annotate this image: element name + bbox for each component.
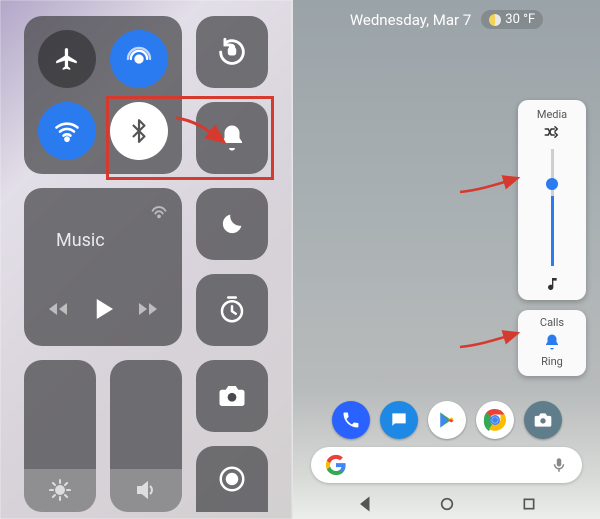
connectivity-tile[interactable]: [24, 16, 182, 174]
play-store-icon: [437, 410, 457, 430]
android-home-screenshot: Wednesday, Mar 7 30 °F Media Calls Ring: [292, 0, 600, 519]
music-label: Music: [56, 230, 170, 251]
camera-icon: [533, 410, 553, 430]
media-volume-slider[interactable]: [551, 149, 554, 266]
airplane-mode-toggle[interactable]: [38, 30, 96, 88]
airplane-icon: [54, 46, 80, 72]
timer-button[interactable]: [196, 274, 268, 346]
recents-button[interactable]: [521, 496, 537, 512]
partly-sunny-icon: [489, 14, 501, 26]
bluetooth-icon: [126, 118, 152, 144]
previous-track-button[interactable]: [46, 297, 70, 321]
shuffle-icon[interactable]: [543, 125, 561, 139]
do-not-disturb-toggle[interactable]: [196, 188, 268, 260]
camera-app[interactable]: [524, 401, 562, 439]
wifi-toggle[interactable]: [38, 102, 96, 160]
status-bar: Wednesday, Mar 7 30 °F: [293, 10, 600, 29]
media-panel-label: Media: [537, 108, 567, 121]
bell-icon[interactable]: [543, 333, 561, 351]
orientation-lock-toggle[interactable]: [196, 16, 268, 88]
media-volume-panel[interactable]: Media: [518, 100, 586, 300]
messages-app[interactable]: [380, 401, 418, 439]
volume-slider[interactable]: [110, 360, 182, 512]
chrome-app[interactable]: [476, 401, 514, 439]
orientation-lock-icon: [215, 35, 249, 69]
music-tile[interactable]: Music: [24, 188, 182, 346]
android-nav-bar: [293, 495, 600, 513]
phone-icon: [341, 410, 361, 430]
back-button[interactable]: [356, 495, 374, 513]
airplay-icon: [148, 198, 170, 220]
music-note-icon: [544, 276, 560, 292]
messages-icon: [389, 410, 409, 430]
chrome-icon: [483, 408, 507, 432]
airdrop-toggle[interactable]: [110, 30, 168, 88]
timer-icon: [217, 295, 247, 325]
phone-app[interactable]: [332, 401, 370, 439]
play-store-app[interactable]: [428, 401, 466, 439]
calls-panel-label: Calls: [540, 316, 564, 329]
calls-ring-panel[interactable]: Calls Ring: [518, 310, 586, 376]
screen-record-button[interactable]: [196, 446, 268, 512]
moon-icon: [218, 210, 246, 238]
mic-icon[interactable]: [550, 456, 568, 474]
app-dock: [293, 401, 600, 439]
google-g-icon: [325, 454, 347, 476]
brightness-slider[interactable]: [24, 360, 96, 512]
google-search-bar[interactable]: [311, 447, 582, 483]
bluetooth-toggle[interactable]: [110, 102, 168, 160]
record-icon: [217, 464, 247, 494]
ring-mode-label: Ring: [541, 355, 563, 368]
ios-control-center-screenshot: Music: [0, 0, 292, 519]
brightness-icon: [48, 478, 72, 502]
temperature-label: 30 °F: [505, 12, 535, 27]
next-track-button[interactable]: [136, 297, 160, 321]
ringer-toggle[interactable]: [196, 102, 268, 174]
play-button[interactable]: [88, 294, 118, 324]
camera-button[interactable]: [196, 360, 268, 432]
status-date: Wednesday, Mar 7: [350, 11, 471, 29]
airdrop-icon: [125, 45, 153, 73]
weather-widget[interactable]: 30 °F: [481, 10, 543, 29]
camera-icon: [217, 381, 247, 411]
volume-icon: [134, 478, 158, 502]
bell-icon: [217, 123, 247, 153]
wifi-icon: [53, 117, 81, 145]
home-button[interactable]: [439, 496, 455, 512]
